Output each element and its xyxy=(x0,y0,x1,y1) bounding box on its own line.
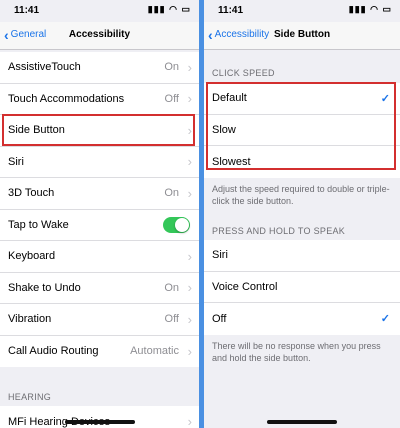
checkmark-icon: ✓ xyxy=(380,313,390,326)
home-indicator xyxy=(65,420,135,424)
chevron-right-icon: › xyxy=(187,59,192,75)
option-voice-control[interactable]: Voice Control xyxy=(204,272,400,303)
option-label: Off xyxy=(212,312,227,325)
row-value: Automatic xyxy=(130,345,179,358)
chevron-right-icon: › xyxy=(187,185,192,201)
toggle-knob xyxy=(175,217,189,232)
row-label: Siri xyxy=(8,155,24,168)
row-label: Shake to Undo xyxy=(8,281,81,294)
chevron-right-icon: › xyxy=(187,248,192,264)
option-siri[interactable]: Siri xyxy=(204,240,400,272)
row-label: Call Audio Routing xyxy=(8,345,99,358)
status-icons: ▮▮▮ ◠ ▭ xyxy=(147,4,191,14)
row-shake-to-undo[interactable]: Shake to Undo On › xyxy=(0,273,199,304)
chevron-right-icon: › xyxy=(187,311,192,327)
click-speed-highlight xyxy=(206,82,396,170)
tap-to-wake-toggle[interactable] xyxy=(163,216,190,233)
row-assistivetouch[interactable]: AssistiveTouch On › xyxy=(0,52,199,84)
chevron-right-icon: › xyxy=(187,343,192,359)
nav-bar: ‹ Accessibility Side Button xyxy=(204,22,400,50)
row-value: Off xyxy=(164,92,179,105)
status-bar: 11:41 ▮▮▮ ◠ ▭ xyxy=(204,0,400,22)
press-hold-list: Siri Voice Control Off ✓ xyxy=(204,240,400,335)
accessibility-screen: 11:41 ▮▮▮ ◠ ▭ ‹ General Accessibility As… xyxy=(0,0,199,428)
row-label: Vibration xyxy=(8,313,52,326)
chevron-right-icon: › xyxy=(187,414,192,428)
status-time: 11:41 xyxy=(14,5,40,16)
row-label: 3D Touch xyxy=(8,187,55,200)
status-icons: ▮▮▮ ◠ ▭ xyxy=(348,4,392,14)
accessibility-list: AssistiveTouch On › Touch Accommodations… xyxy=(0,52,199,367)
status-time: 11:41 xyxy=(218,5,244,16)
home-indicator xyxy=(267,420,337,424)
row-label: Touch Accommodations xyxy=(8,92,125,105)
row-value: On xyxy=(164,61,179,74)
option-off[interactable]: Off ✓ xyxy=(204,303,400,335)
side-button-screen: 11:41 ▮▮▮ ◠ ▭ ‹ Accessibility Side Butto… xyxy=(204,0,400,428)
row-siri[interactable]: Siri › xyxy=(0,147,199,178)
chevron-left-icon: ‹ xyxy=(208,26,213,43)
status-bar: 11:41 ▮▮▮ ◠ ▭ xyxy=(0,0,199,22)
row-mfi-hearing-devices[interactable]: MFi Hearing Devices › xyxy=(0,406,199,428)
back-label: Accessibility xyxy=(214,29,270,40)
row-call-audio-routing[interactable]: Call Audio Routing Automatic › xyxy=(0,336,199,368)
row-touch-accommodations[interactable]: Touch Accommodations Off › xyxy=(0,84,199,115)
chevron-right-icon: › xyxy=(187,91,192,107)
row-3d-touch[interactable]: 3D Touch On › xyxy=(0,178,199,210)
row-label: AssistiveTouch xyxy=(8,61,81,74)
hearing-section-header: HEARING xyxy=(8,392,52,402)
side-button-highlight xyxy=(2,114,195,146)
row-label: Keyboard xyxy=(8,250,56,263)
back-button[interactable]: ‹ Accessibility xyxy=(208,26,270,43)
option-label: Voice Control xyxy=(212,280,278,293)
row-vibration[interactable]: Vibration Off › xyxy=(0,304,199,336)
page-title: Side Button xyxy=(274,29,331,40)
click-speed-footer: Adjust the speed required to double or t… xyxy=(212,184,390,206)
chevron-right-icon: › xyxy=(187,154,192,170)
row-label: Tap to Wake xyxy=(8,218,69,231)
page-title: Accessibility xyxy=(68,29,131,40)
nav-bar: ‹ General Accessibility xyxy=(0,22,199,50)
row-tap-to-wake: Tap to Wake xyxy=(0,210,199,241)
row-value: Off xyxy=(164,313,179,326)
chevron-right-icon: › xyxy=(187,280,192,296)
press-hold-footer: There will be no response when you press… xyxy=(212,341,381,363)
row-value: On xyxy=(164,187,179,200)
row-value: On xyxy=(164,281,179,294)
click-speed-header: CLICK SPEED xyxy=(212,68,275,78)
row-keyboard[interactable]: Keyboard › xyxy=(0,241,199,273)
hearing-list: MFi Hearing Devices › xyxy=(0,406,199,428)
press-hold-header: PRESS AND HOLD TO SPEAK xyxy=(212,226,346,236)
option-label: Siri xyxy=(212,249,228,262)
